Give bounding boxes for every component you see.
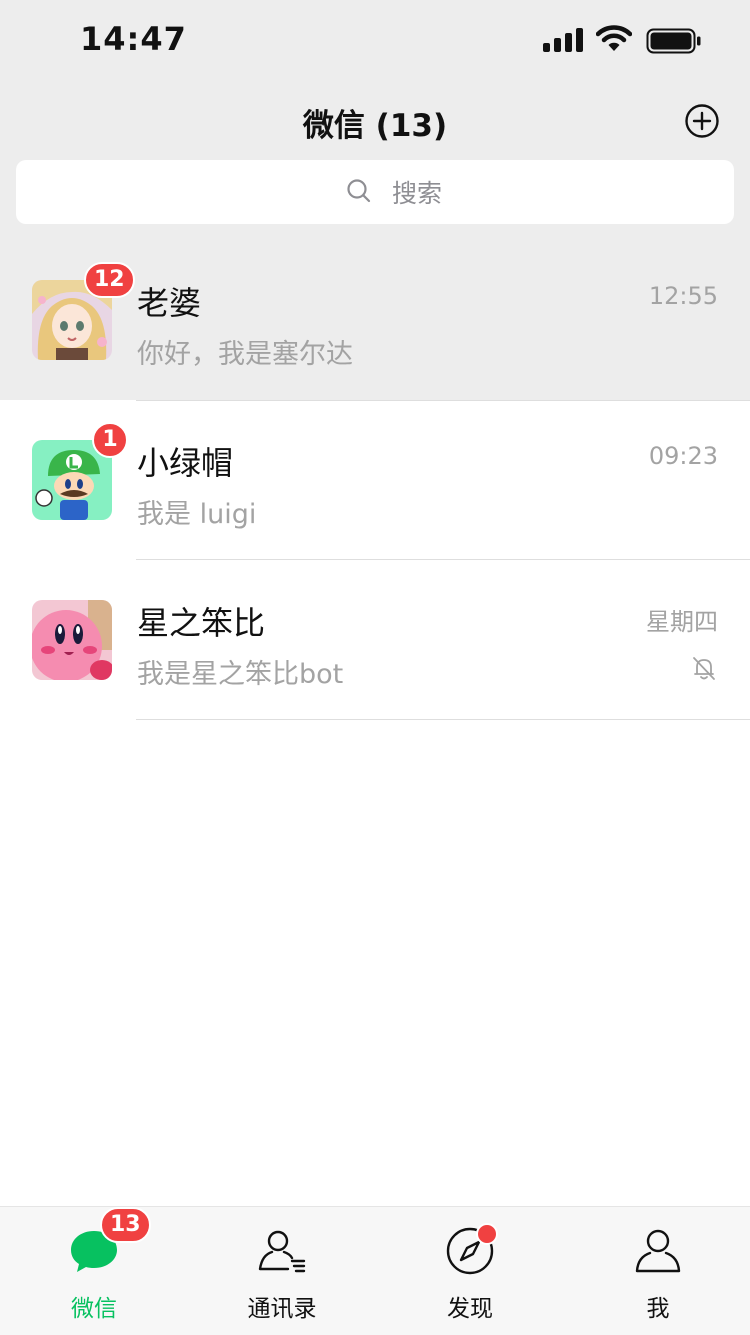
chat-row-laopo[interactable]: 12 老婆 你好，我是塞尔达 12:55 [0, 240, 750, 400]
tab-label: 微信 [71, 1296, 117, 1322]
chat-name: 老婆 [137, 284, 202, 322]
chat-time: 09:23 [648, 442, 718, 470]
search-bar[interactable]: 搜索 [16, 160, 734, 224]
search-placeholder: 搜索 [392, 179, 443, 208]
tab-label: 我 [646, 1296, 670, 1322]
person-icon [635, 1229, 681, 1273]
unread-badge: 12 [84, 262, 135, 298]
page-title: 微信 (13) [302, 108, 448, 144]
tab-contacts[interactable]: 通讯录 [188, 1207, 376, 1335]
chat-name: 星之笨比 [137, 604, 266, 642]
divider [136, 400, 750, 401]
chat-time: 星期四 [646, 608, 718, 636]
chat-last-message: 你好，我是塞尔达 [137, 339, 353, 370]
search-icon [347, 179, 371, 203]
chat-last-message: 我是 luigi [137, 499, 257, 530]
tab-discover[interactable]: 发现 [376, 1207, 564, 1335]
unread-badge: 1 [92, 422, 128, 458]
tab-label: 发现 [447, 1296, 493, 1322]
chat-last-message: 我是星之笨比bot [137, 659, 344, 690]
tab-label: 通讯录 [247, 1296, 317, 1322]
muted-bell-icon [693, 657, 715, 680]
chat-row-xiaolvmao[interactable]: 1 小绿帽 我是 luigi 09:23 [0, 400, 750, 560]
new-dot-badge [476, 1223, 498, 1245]
contacts-icon [258, 1230, 306, 1273]
tab-weixin[interactable]: 13 微信 [0, 1207, 188, 1335]
wifi-icon [596, 25, 632, 51]
add-plus-button[interactable] [684, 103, 720, 139]
divider [136, 719, 750, 720]
battery-icon [646, 28, 701, 54]
tab-unread-badge: 13 [100, 1207, 151, 1243]
cellular-signal-icon [543, 28, 583, 52]
status-time: 14:47 [80, 20, 187, 58]
avatar-kirby [32, 600, 112, 680]
chat-time: 12:55 [648, 282, 718, 310]
tab-me[interactable]: 我 [564, 1207, 750, 1335]
bottom-tab-bar: 13 微信 通讯录 发现 我 [0, 1206, 750, 1335]
chat-name: 小绿帽 [137, 444, 234, 482]
chat-row-xingzhibenbi[interactable]: 星之笨比 我是星之笨比bot 星期四 [0, 560, 750, 720]
